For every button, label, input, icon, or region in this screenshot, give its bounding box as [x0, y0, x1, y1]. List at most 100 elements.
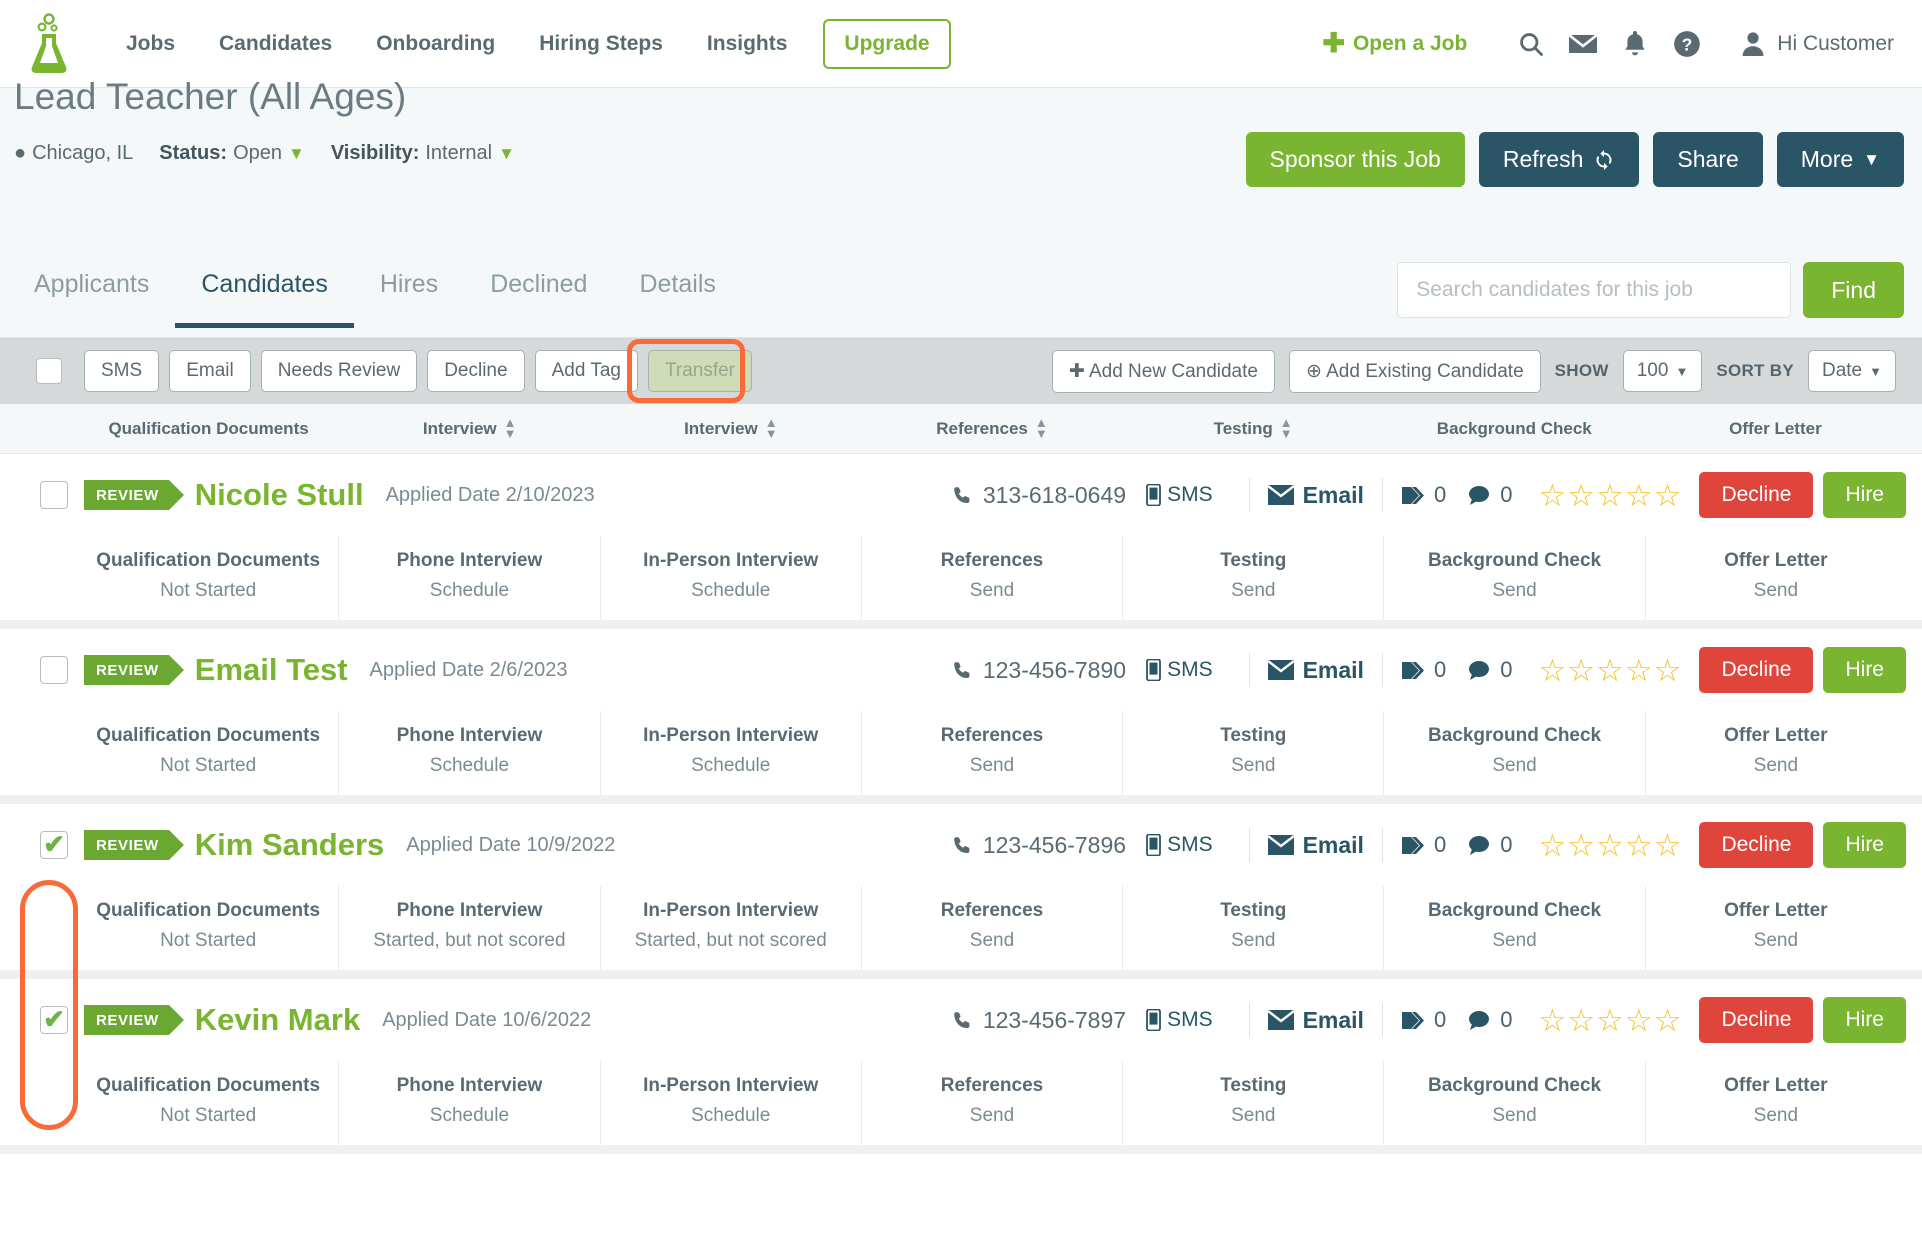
row-select-checkbox[interactable] — [40, 656, 68, 684]
star-5[interactable]: ☆ — [1654, 1005, 1682, 1036]
select-all-checkbox[interactable] — [36, 358, 62, 384]
star-2[interactable]: ☆ — [1567, 480, 1595, 511]
tab-declined[interactable]: Declined — [464, 260, 613, 323]
phone-number[interactable]: 123-456-7890 — [952, 657, 1126, 684]
comment-count[interactable]: 0 — [1468, 832, 1512, 858]
sms-link[interactable]: SMS — [1146, 1008, 1213, 1032]
hiring-step-status[interactable]: Not Started — [82, 755, 334, 777]
row-select-checkbox[interactable] — [40, 1006, 68, 1034]
hiring-step-status[interactable]: Schedule — [343, 1105, 595, 1127]
hiring-step-status[interactable]: Send — [1650, 755, 1902, 777]
star-3[interactable]: ☆ — [1596, 480, 1624, 511]
hiring-step-status[interactable]: Send — [1388, 755, 1640, 777]
star-1[interactable]: ☆ — [1538, 655, 1566, 686]
star-4[interactable]: ☆ — [1625, 655, 1653, 686]
row-select-checkbox[interactable] — [40, 481, 68, 509]
hiring-step-status[interactable]: Send — [1388, 930, 1640, 952]
col-in-person-interview[interactable]: Interview ▲ ▼ — [600, 416, 861, 440]
hiring-step-status[interactable]: Send — [866, 755, 1118, 777]
email-link[interactable]: Email — [1267, 482, 1364, 509]
bulk-transfer-button[interactable]: Transfer — [647, 350, 753, 392]
star-5[interactable]: ☆ — [1654, 480, 1682, 511]
sort-by-select[interactable]: Date ▼ — [1807, 350, 1896, 392]
tag-count[interactable]: 0 — [1401, 1007, 1446, 1033]
star-1[interactable]: ☆ — [1538, 480, 1566, 511]
star-5[interactable]: ☆ — [1654, 830, 1682, 861]
star-4[interactable]: ☆ — [1625, 830, 1653, 861]
job-visibility-dropdown[interactable]: Visibility: Internal ▼ — [331, 142, 515, 165]
sponsor-this-job-button[interactable]: Sponsor this Job — [1245, 132, 1465, 187]
hiring-step-status[interactable]: Send — [866, 1105, 1118, 1127]
tag-count[interactable]: 0 — [1401, 657, 1446, 683]
hire-button[interactable]: Hire — [1823, 472, 1906, 518]
hiring-step-status[interactable]: Started, but not scored — [343, 930, 595, 952]
hiring-step-status[interactable]: Send — [1127, 1105, 1379, 1127]
nav-link-hiring-steps[interactable]: Hiring Steps — [517, 22, 685, 66]
add-new-candidate-button[interactable]: ✚ Add New Candidate — [1051, 349, 1275, 393]
help-icon[interactable]: ? — [1661, 30, 1713, 58]
sms-link[interactable]: SMS — [1146, 833, 1213, 857]
bell-icon[interactable] — [1609, 30, 1661, 58]
hiring-step-status[interactable]: Send — [1127, 755, 1379, 777]
star-1[interactable]: ☆ — [1538, 830, 1566, 861]
user-menu[interactable]: Hi Customer — [1741, 31, 1894, 57]
star-4[interactable]: ☆ — [1625, 480, 1653, 511]
hiring-step-status[interactable]: Not Started — [82, 580, 334, 602]
nav-link-jobs[interactable]: Jobs — [104, 22, 197, 66]
hiring-step-status[interactable]: Send — [1388, 580, 1640, 602]
job-status-dropdown[interactable]: Status: Open ▼ — [159, 142, 305, 165]
phone-number[interactable]: 123-456-7896 — [952, 832, 1126, 859]
hiring-step-status[interactable]: Send — [1650, 930, 1902, 952]
bulk-decline-button[interactable]: Decline — [427, 350, 525, 392]
star-2[interactable]: ☆ — [1567, 1005, 1595, 1036]
phone-number[interactable]: 313-618-0649 — [952, 482, 1126, 509]
candidate-name-link[interactable]: Kim Sanders — [195, 827, 385, 863]
rating-stars[interactable]: ☆ ☆ ☆ ☆ ☆ — [1538, 655, 1681, 686]
hiring-step-status[interactable]: Schedule — [605, 755, 857, 777]
tag-count[interactable]: 0 — [1401, 832, 1446, 858]
hiring-step-status[interactable]: Not Started — [82, 1105, 334, 1127]
hiring-step-status[interactable]: Send — [1127, 580, 1379, 602]
tab-hires[interactable]: Hires — [354, 260, 464, 323]
bulk-sms-button[interactable]: SMS — [84, 350, 160, 392]
hiring-step-status[interactable]: Started, but not scored — [605, 930, 857, 952]
hiring-step-status[interactable]: Schedule — [343, 580, 595, 602]
comment-count[interactable]: 0 — [1468, 482, 1512, 508]
star-3[interactable]: ☆ — [1596, 1005, 1624, 1036]
tag-count[interactable]: 0 — [1401, 482, 1446, 508]
nav-link-candidates[interactable]: Candidates — [197, 22, 354, 66]
refresh-button[interactable]: Refresh — [1478, 132, 1640, 187]
more-button[interactable]: More ▼ — [1776, 132, 1904, 187]
col-testing[interactable]: Testing ▲ ▼ — [1123, 416, 1384, 440]
comment-count[interactable]: 0 — [1468, 657, 1512, 683]
email-link[interactable]: Email — [1267, 657, 1364, 684]
search-icon[interactable] — [1505, 30, 1557, 58]
tab-details[interactable]: Details — [613, 260, 741, 323]
star-1[interactable]: ☆ — [1538, 1005, 1566, 1036]
hiring-step-status[interactable]: Send — [1388, 1105, 1640, 1127]
open-a-job-button[interactable]: ✚ Open a Job — [1322, 30, 1467, 57]
star-3[interactable]: ☆ — [1596, 830, 1624, 861]
hiring-step-status[interactable]: Schedule — [343, 755, 595, 777]
decline-button[interactable]: Decline — [1699, 822, 1814, 868]
decline-button[interactable]: Decline — [1699, 997, 1814, 1043]
add-existing-candidate-button[interactable]: ⊕ Add Existing Candidate — [1288, 349, 1541, 393]
phone-number[interactable]: 123-456-7897 — [952, 1007, 1126, 1034]
candidate-name-link[interactable]: Kevin Mark — [195, 1002, 360, 1038]
tab-applicants[interactable]: Applicants — [8, 260, 175, 323]
star-5[interactable]: ☆ — [1654, 655, 1682, 686]
hire-button[interactable]: Hire — [1823, 647, 1906, 693]
sms-link[interactable]: SMS — [1146, 658, 1213, 682]
search-input[interactable] — [1397, 262, 1792, 318]
col-phone-interview[interactable]: Interview ▲ ▼ — [339, 416, 600, 440]
hiring-step-status[interactable]: Send — [1650, 580, 1902, 602]
nav-link-insights[interactable]: Insights — [685, 22, 810, 66]
nav-link-onboarding[interactable]: Onboarding — [354, 22, 517, 66]
sms-link[interactable]: SMS — [1146, 483, 1213, 507]
col-references[interactable]: References ▲ ▼ — [861, 416, 1122, 440]
row-select-checkbox[interactable] — [40, 831, 68, 859]
decline-button[interactable]: Decline — [1699, 647, 1814, 693]
candidate-name-link[interactable]: Nicole Stull — [195, 477, 364, 513]
star-2[interactable]: ☆ — [1567, 655, 1595, 686]
comment-count[interactable]: 0 — [1468, 1007, 1512, 1033]
